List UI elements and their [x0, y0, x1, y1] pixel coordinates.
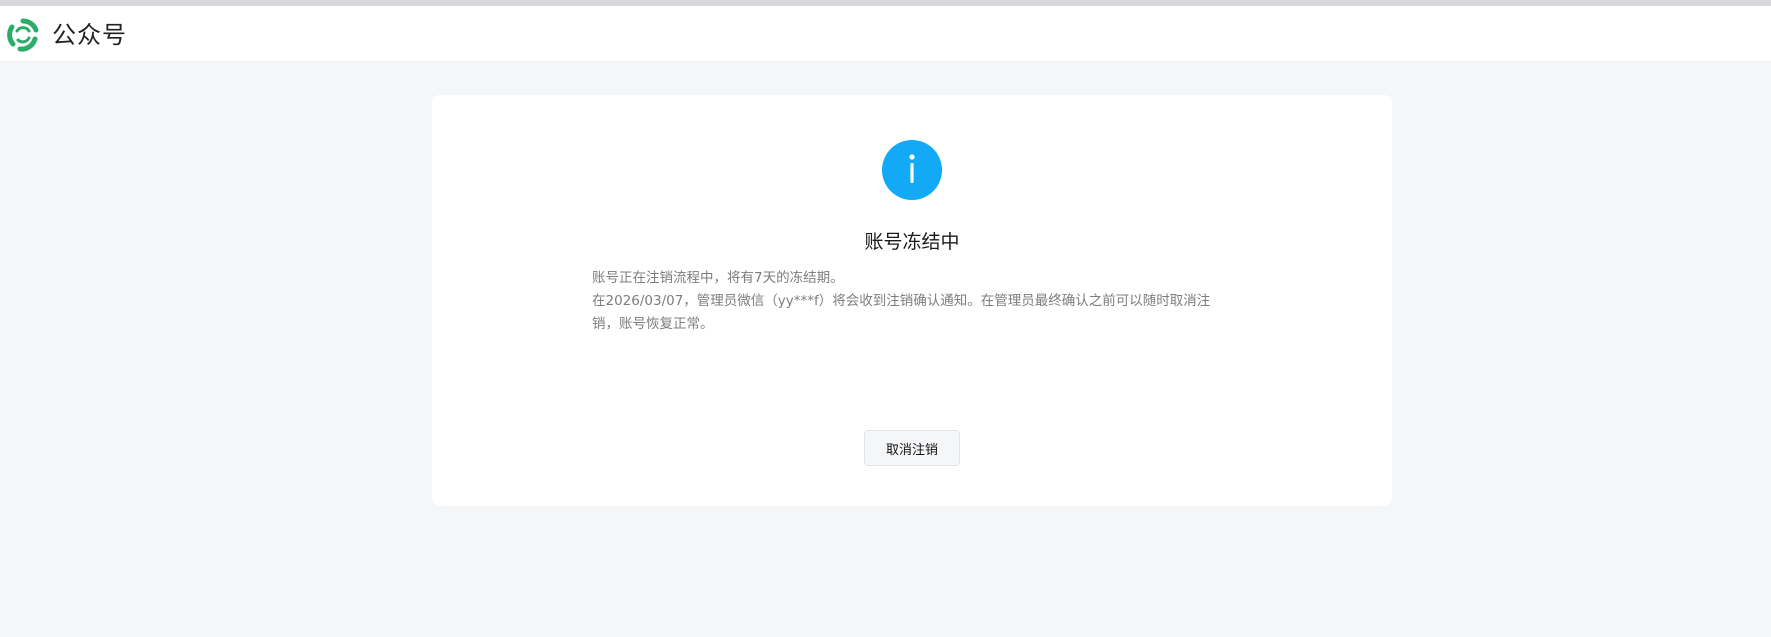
wechat-official-account-logo-icon[interactable]: [6, 18, 40, 52]
cancel-deregistration-button[interactable]: 取消注销: [864, 430, 960, 466]
notice-title: 账号冻结中: [864, 231, 960, 253]
account-frozen-card: 账号冻结中 账号正在注销流程中，将有7天的冻结期。 在2026/03/07，管理…: [432, 95, 1392, 506]
top-header: 公众号: [0, 6, 1771, 62]
brand-title: 公众号: [52, 21, 127, 49]
notice-line-1: 账号正在注销流程中，将有7天的冻结期。: [592, 270, 844, 286]
notice-description: 账号正在注销流程中，将有7天的冻结期。 在2026/03/07，管理员微信（yy…: [592, 267, 1232, 336]
info-icon: [882, 140, 942, 200]
notice-line-2: 在2026/03/07，管理员微信（yy***f）将会收到注销确认通知。在管理员…: [592, 293, 1211, 332]
corner-mark: [1765, 32, 1771, 38]
